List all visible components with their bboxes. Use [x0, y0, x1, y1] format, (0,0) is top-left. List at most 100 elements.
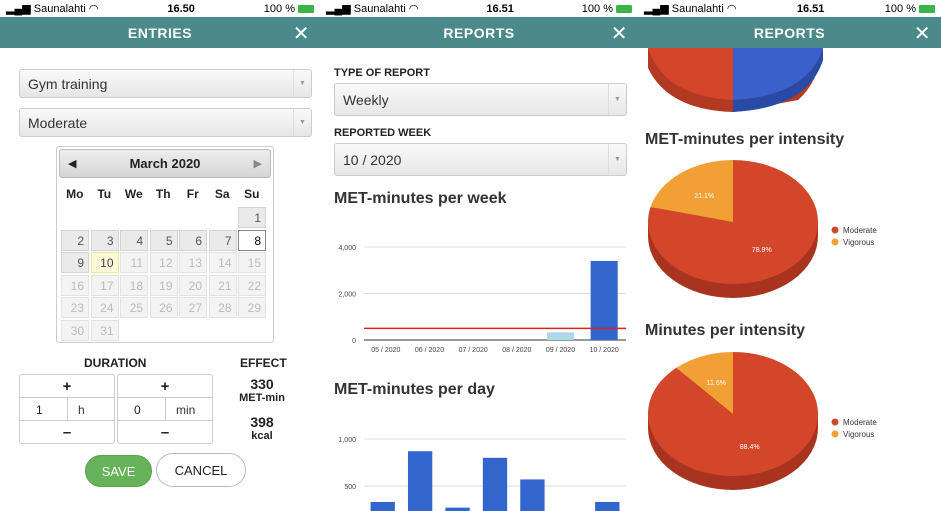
- minutes-minus-button[interactable]: –: [118, 421, 212, 443]
- reported-week-value: 10 / 2020: [343, 152, 402, 168]
- report-type-label: TYPE OF REPORT: [334, 67, 430, 79]
- hours-plus-button[interactable]: +: [20, 375, 114, 397]
- met-intensity-pie: 78.9% 21.1% Moderate Vigorous: [648, 160, 877, 298]
- battery-label: 100 %: [884, 2, 916, 15]
- chevron-down-icon: ▼: [293, 70, 311, 97]
- intensity-select[interactable]: Moderate ▼: [19, 108, 312, 137]
- weekday-label: Th: [155, 187, 171, 201]
- calendar-day[interactable]: 1: [238, 207, 266, 228]
- battery-icon: [298, 4, 314, 13]
- bar: [482, 457, 508, 511]
- chevron-down-icon: ▼: [608, 144, 626, 175]
- calendar-day: 29: [238, 297, 266, 318]
- hours-unit: h: [78, 403, 85, 417]
- x-tick-label: 06 / 2020: [415, 347, 444, 354]
- minutes-unit: min: [176, 403, 196, 417]
- close-icon[interactable]: ✕: [611, 21, 628, 46]
- cancel-button[interactable]: CANCEL: [156, 453, 246, 487]
- header: ENTRIES ✕: [0, 17, 320, 48]
- calendar-day[interactable]: 10: [90, 252, 119, 273]
- calendar: ◀ March 2020 ▶ Mo Tu We Th Fr Sa Su 1234567891…: [56, 146, 274, 343]
- battery-label: 100 %: [581, 2, 613, 15]
- close-icon[interactable]: ✕: [914, 21, 931, 46]
- met-unit: MET-min: [239, 392, 285, 404]
- calendar-title: March 2020: [129, 156, 201, 171]
- calendar-day: 25: [120, 297, 148, 318]
- pie1-title: MET-minutes per intensity: [645, 131, 845, 148]
- activity-select[interactable]: Gym training ▼: [19, 69, 312, 98]
- x-tick-label: 09 / 2020: [546, 347, 575, 354]
- signal-icon: ▂▄▆: [326, 3, 354, 15]
- minutes-intensity-pie: 88.4% 11.6% Moderate Vigorous: [648, 352, 877, 490]
- legend-marker: [831, 418, 839, 426]
- pie-value-label: 88.4%: [740, 444, 760, 451]
- legend-marker: [831, 226, 839, 234]
- prev-month-icon[interactable]: ◀: [68, 157, 76, 170]
- calendar-day[interactable]: 4: [120, 229, 148, 251]
- met-value: 330: [250, 376, 274, 392]
- report-type-select[interactable]: Weekly ▼: [334, 83, 627, 116]
- x-tick-label: 07 / 2020: [459, 347, 488, 354]
- weekly-chart-title: MET-minutes per week: [334, 190, 507, 207]
- bar: [407, 451, 433, 511]
- y-tick-label: 0: [352, 338, 356, 345]
- weekday-row: Mo Tu We Th Fr Sa Su: [60, 187, 267, 201]
- calendar-day: 21: [208, 274, 237, 296]
- x-tick-label: 05 / 2020: [371, 347, 400, 354]
- x-tick-label: 10 / 2020: [590, 347, 619, 354]
- duration-label: DURATION: [84, 356, 147, 370]
- y-tick-label: 4,000: [338, 245, 356, 252]
- signal-icon: ▂▄▆: [644, 3, 672, 15]
- hours-stepper: + 1 h –: [19, 374, 115, 444]
- hours-input[interactable]: 1: [20, 398, 68, 420]
- calendar-day[interactable]: 9: [61, 252, 89, 273]
- status-time: 16.51: [486, 2, 514, 15]
- legend-label: Vigorous: [843, 430, 874, 439]
- y-tick-label: 2,000: [338, 292, 356, 299]
- save-button[interactable]: SAVE: [85, 455, 152, 487]
- calendar-day: 31: [90, 319, 119, 341]
- calendar-day: 15: [238, 252, 266, 273]
- y-tick-label: 1,000: [338, 437, 356, 444]
- x-tick-label: 08 / 2020: [502, 347, 531, 354]
- hours-minus-button[interactable]: –: [20, 421, 114, 443]
- entries-screen: ▂▄▆ Saunalahti ◠ 16.50 100 % ENTRIES ✕ G…: [0, 0, 320, 511]
- calendar-day: 16: [61, 274, 89, 296]
- y-tick-label: 500: [344, 484, 356, 491]
- page-title: REPORTS: [753, 24, 826, 41]
- carrier-label: ▂▄▆ Saunalahti ◠: [644, 3, 737, 15]
- chevron-down-icon: ▼: [293, 109, 311, 136]
- pie2-title: Minutes per intensity: [645, 322, 806, 339]
- status-time: 16.50: [167, 2, 195, 15]
- bar: [595, 501, 620, 511]
- calendar-day[interactable]: 7: [208, 229, 237, 251]
- calendar-day: 26: [149, 297, 178, 318]
- battery-label: 100 %: [263, 2, 295, 15]
- calendar-header: ◀ March 2020 ▶: [59, 149, 271, 178]
- calendar-day: 13: [179, 252, 207, 273]
- bar: [546, 332, 575, 340]
- carrier-label: ▂▄▆ Saunalahti ◠: [326, 3, 419, 15]
- calendar-day: 27: [179, 297, 207, 318]
- header: REPORTS ✕: [638, 17, 941, 48]
- reported-week-select[interactable]: 10 / 2020 ▼: [334, 143, 627, 176]
- calendar-day[interactable]: 6: [179, 229, 207, 251]
- calendar-day[interactable]: 5: [149, 229, 178, 251]
- status-time: 16.51: [796, 2, 825, 15]
- next-month-icon[interactable]: ▶: [254, 157, 262, 170]
- minutes-plus-button[interactable]: +: [118, 375, 212, 397]
- close-icon[interactable]: ✕: [293, 21, 310, 46]
- weekday-label: Fr: [186, 187, 199, 201]
- battery-icon: [919, 4, 935, 13]
- calendar-day[interactable]: 3: [90, 229, 119, 251]
- calendar-day: 28: [208, 297, 237, 318]
- calendar-day: 11: [120, 252, 148, 273]
- calendar-day[interactable]: 2: [61, 229, 89, 251]
- daily-chart-title: MET-minutes per day: [334, 381, 495, 398]
- calendar-day: 20: [179, 274, 207, 296]
- minutes-input[interactable]: 0: [118, 398, 166, 420]
- calendar-day[interactable]: 8: [238, 229, 266, 251]
- pie-value-label: 21.1%: [694, 193, 714, 200]
- kcal-value: 398: [250, 414, 274, 430]
- legend-label: Moderate: [843, 418, 877, 427]
